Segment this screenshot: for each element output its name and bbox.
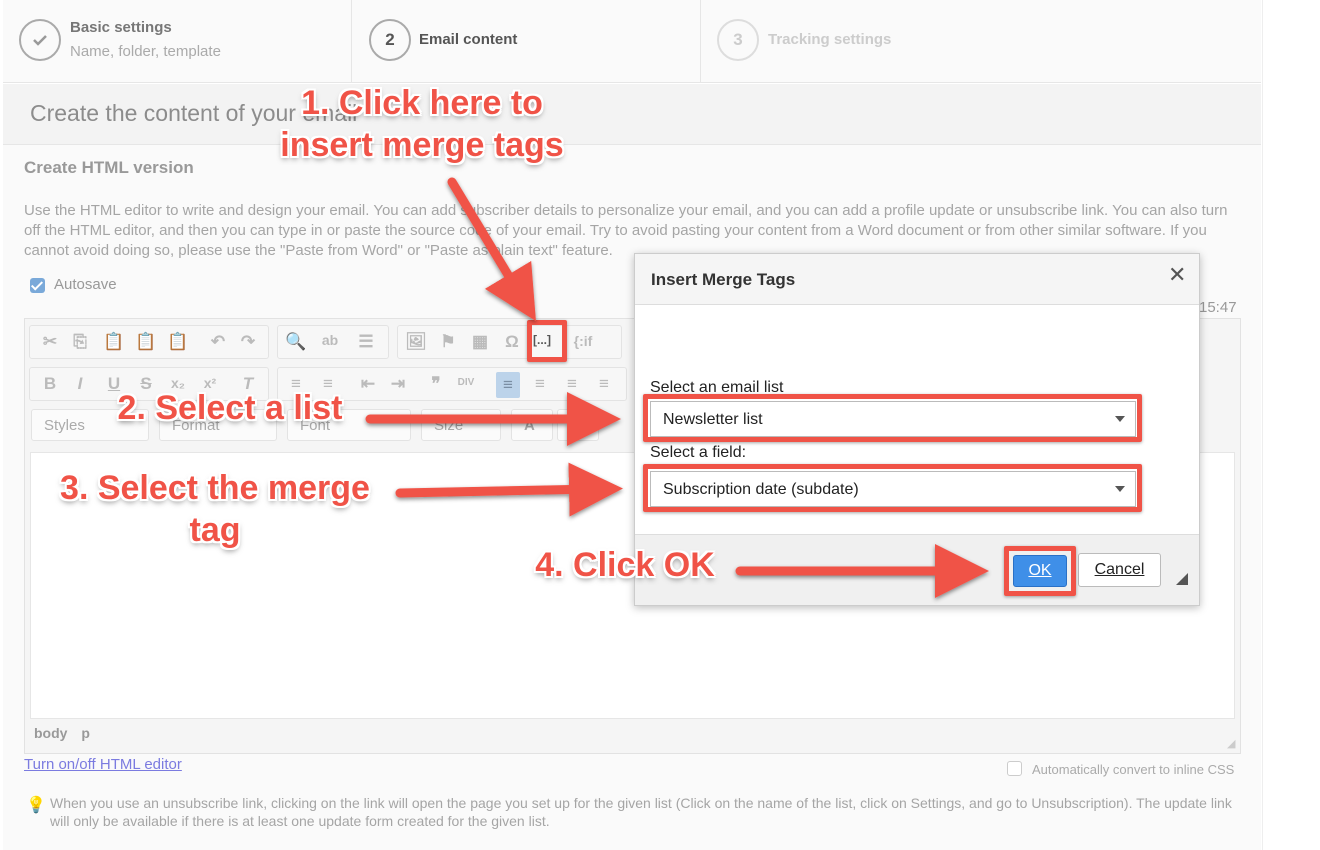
annotation-step1: 1. Click here to insert merge tags [280,84,564,164]
arrow-step1 [447,177,536,322]
annotation-step4: 4. Click OK [535,546,715,584]
annotation-step3: 3. Select the merge tag [60,469,370,549]
arrow-step3 [395,462,623,517]
annotation-step2: 2. Select a list [117,389,343,427]
